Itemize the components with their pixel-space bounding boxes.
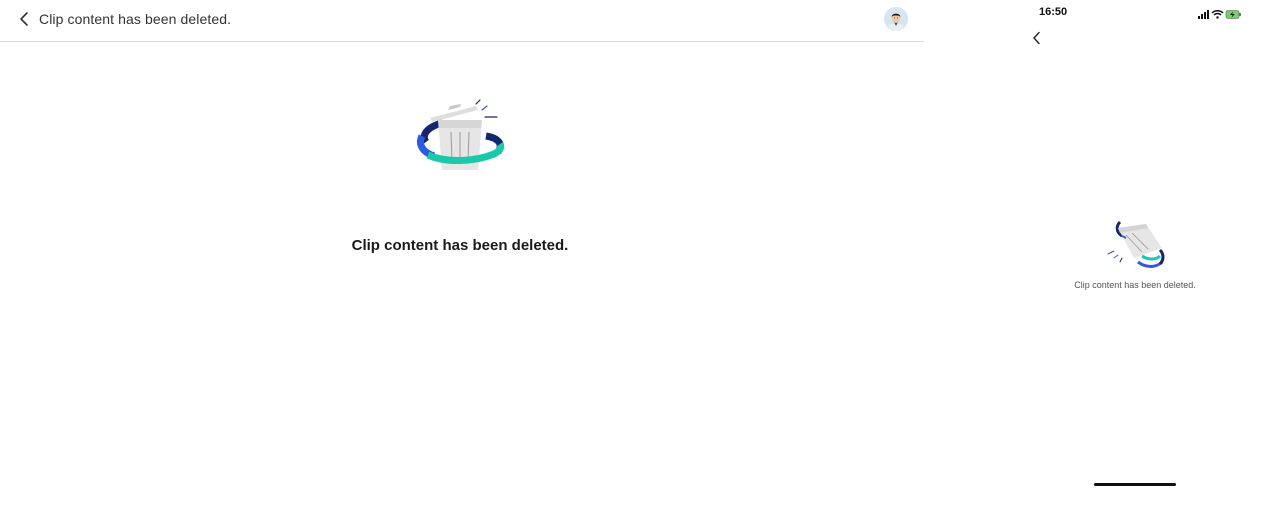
chevron-left-icon <box>1033 31 1040 45</box>
user-avatar-icon <box>884 7 908 31</box>
battery-charging-icon <box>1225 10 1241 19</box>
home-indicator[interactable] <box>1094 483 1176 486</box>
signal-icon <box>1198 10 1209 19</box>
chevron-left-icon <box>20 12 28 26</box>
phone-view: 16:50 Clip content has been deleted. <box>990 0 1280 505</box>
avatar[interactable] <box>884 7 908 31</box>
status-time: 16:50 <box>1039 6 1068 18</box>
top-bar: Clip content has been deleted. <box>0 0 924 42</box>
desktop-view: Clip content has been deleted. Clip cont… <box>0 0 924 505</box>
phone-deleted-message: Clip content has been deleted. <box>1074 280 1196 290</box>
back-button[interactable] <box>14 9 34 29</box>
wifi-icon <box>1211 10 1224 19</box>
status-icons <box>1196 7 1242 19</box>
deleted-trash-icon <box>1107 220 1165 268</box>
page-title: Clip content has been deleted. <box>39 11 232 27</box>
deleted-trash-icon <box>417 99 505 170</box>
phone-back-button[interactable] <box>1028 29 1046 47</box>
deleted-illustration <box>412 96 508 176</box>
deleted-message: Clip content has been deleted. <box>351 237 569 254</box>
phone-deleted-illustration <box>1104 214 1168 274</box>
